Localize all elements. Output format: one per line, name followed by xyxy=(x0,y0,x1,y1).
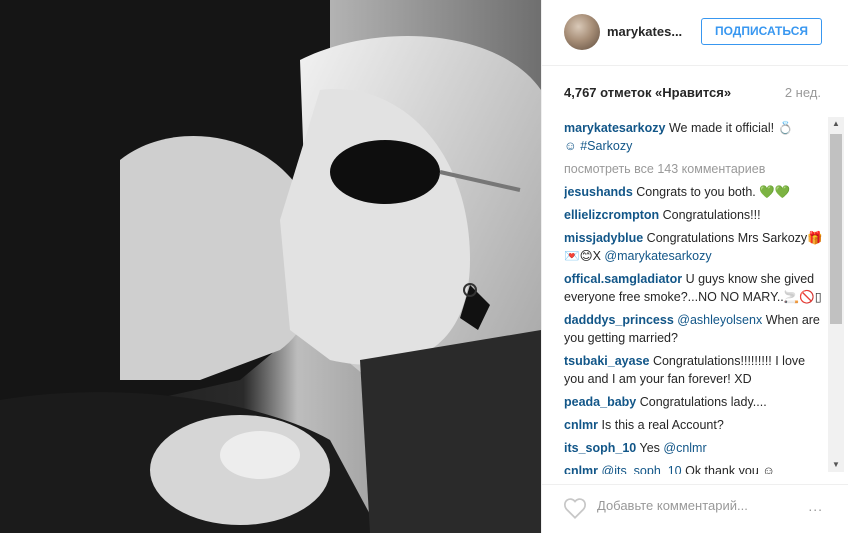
comment-item: dadddys_princess @ashleyolsenx When are … xyxy=(564,311,826,347)
follow-button[interactable]: ПОДПИСАТЬСЯ xyxy=(701,18,822,45)
heart-icon[interactable] xyxy=(562,495,588,521)
comment-username[interactable]: cnlmr xyxy=(564,418,598,432)
comment-username[interactable]: peada_baby xyxy=(564,395,636,409)
comments-scrollbar[interactable]: ▲ ▼ xyxy=(828,117,844,472)
avatar[interactable] xyxy=(564,14,600,50)
post-time[interactable]: 2 нед. xyxy=(785,85,821,100)
more-options-icon[interactable]: ... xyxy=(808,498,823,514)
comment-username[interactable]: offical.samgladiator xyxy=(564,272,682,286)
comment-mention[interactable]: @cnlmr xyxy=(663,441,706,455)
comment-username[interactable]: ellielizcrompton xyxy=(564,208,659,222)
comment-item: cnlmr Is this a real Account? xyxy=(564,416,826,434)
comment-mention[interactable]: @ashleyolsenx xyxy=(677,313,762,327)
comments-list: marykatesarkozy We made it official! 💍 ☺… xyxy=(564,119,826,474)
comment-text: Congratulations lady.... xyxy=(636,395,767,409)
caption-hashtag[interactable]: ☺ #Sarkozy xyxy=(564,139,632,153)
post-photo xyxy=(0,0,541,533)
comment-mention[interactable]: @marykatesarkozy xyxy=(604,249,711,263)
view-all-comments-link[interactable]: посмотреть все 143 комментариев xyxy=(564,160,826,178)
comment-item: jesushands Congrats to you both. 💚💚 xyxy=(564,183,826,201)
comment-item: offical.samgladiator U guys know she giv… xyxy=(564,270,826,306)
comment-username[interactable]: tsubaki_ayase xyxy=(564,354,649,368)
comment-text-after: Ok thank you ☺ xyxy=(681,464,775,474)
comment-item: its_soph_10 Yes @cnlmr xyxy=(564,439,826,457)
comment-username[interactable]: its_soph_10 xyxy=(564,441,636,455)
caption: marykatesarkozy We made it official! 💍 ☺… xyxy=(564,119,826,155)
comment-item: tsubaki_ayase Congratulations!!!!!!!!! I… xyxy=(564,352,826,388)
post-username[interactable]: marykates... xyxy=(607,24,682,39)
comment-username[interactable]: missjadyblue xyxy=(564,231,643,245)
comment-item: cnlmr @its_soph_10 Ok thank you ☺ xyxy=(564,462,826,474)
comment-text: Is this a real Account? xyxy=(598,418,724,432)
scrollbar-thumb[interactable] xyxy=(830,134,842,324)
comment-mention[interactable]: @its_soph_10 xyxy=(602,464,682,474)
post-details-panel: marykates... ПОДПИСАТЬСЯ 4,767 отметок «… xyxy=(541,0,848,533)
comment-username[interactable]: dadddys_princess xyxy=(564,313,674,327)
caption-username[interactable]: marykatesarkozy xyxy=(564,121,665,135)
arrow-down-icon[interactable]: ▼ xyxy=(828,458,844,472)
comment-text: Congrats to you both. 💚💚 xyxy=(632,185,791,199)
comment-text: Congratulations!!! xyxy=(659,208,761,222)
comment-item: ellielizcrompton Congratulations!!! xyxy=(564,206,826,224)
comment-item: missjadyblue Congratulations Mrs Sarkozy… xyxy=(564,229,826,265)
comment-text: Yes xyxy=(636,441,664,455)
likes-count[interactable]: 4,767 отметок «Нравится» xyxy=(564,85,731,100)
arrow-up-icon[interactable]: ▲ xyxy=(828,117,844,131)
comment-username[interactable]: cnlmr xyxy=(564,464,598,474)
comment-footer: Добавьте комментарий... ... xyxy=(542,484,848,533)
post-header: marykates... ПОДПИСАТЬСЯ xyxy=(542,0,848,66)
photo-illustration xyxy=(0,0,541,533)
add-comment-input[interactable]: Добавьте комментарий... xyxy=(597,498,748,513)
comment-item: peada_baby Congratulations lady.... xyxy=(564,393,826,411)
caption-text: We made it official! 💍 xyxy=(665,121,794,135)
comment-username[interactable]: jesushands xyxy=(564,185,633,199)
